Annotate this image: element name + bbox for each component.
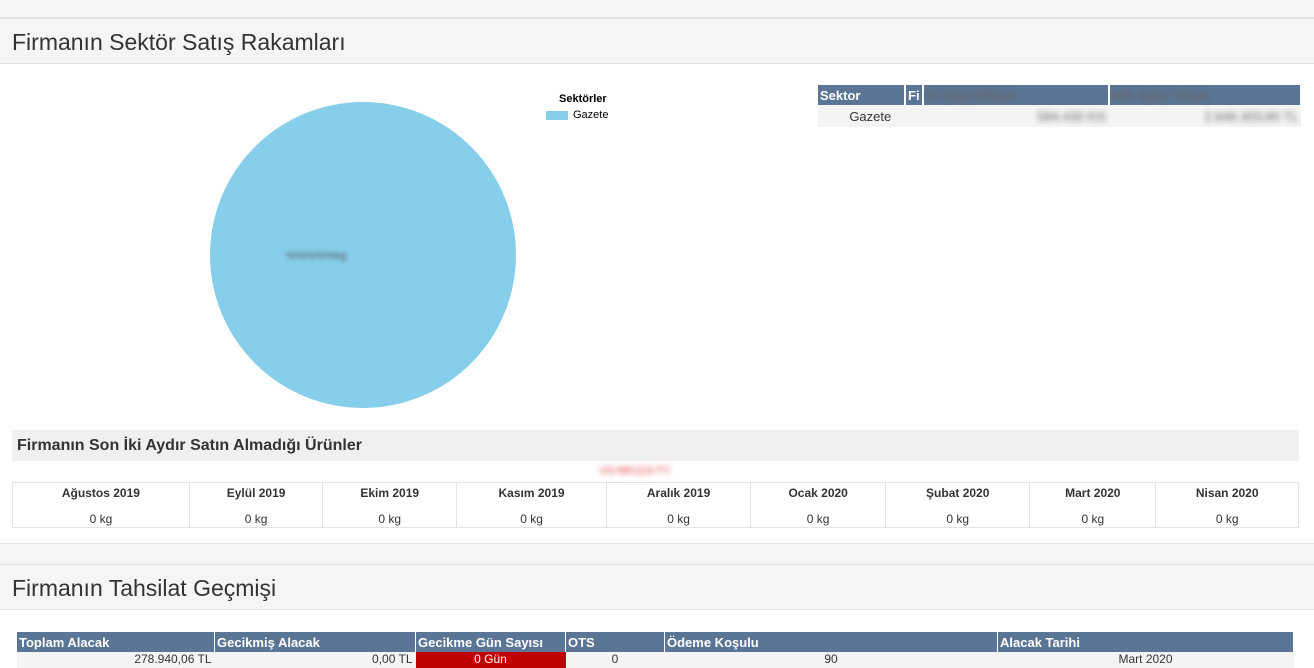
month-value: 0 kg (520, 512, 543, 526)
col-qty[interactable]: Fi Satış Miktarı (922, 85, 1110, 105)
cell-delay-days: 0 Gün (415, 652, 566, 668)
month-cell: Ağustos 2019 0 kg (12, 482, 190, 528)
collection-table: Toplam Alacak Gecikmiş Alacak Gecikme Gü… (17, 632, 1294, 668)
pie-group: %%%%%kg (210, 102, 516, 408)
col-ots[interactable]: OTS (565, 632, 665, 652)
col-sektor[interactable]: Sektor (818, 85, 906, 105)
collection-panel-header: Firmanın Tahsilat Geçmişi (0, 564, 1314, 610)
month-value: 0 kg (1081, 512, 1105, 526)
not-purchased-header: Firmanın Son İki Aydır Satın Almadığı Ür… (12, 430, 1299, 461)
pie-slice-gazete[interactable] (210, 102, 516, 408)
month-name: Ekim 2019 (360, 486, 420, 500)
product-code-note: VS-MK11S-TY (466, 462, 764, 480)
col-receivable-date[interactable]: Alacak Tarihi (997, 632, 1294, 652)
month-name: Mart 2020 (1065, 486, 1121, 500)
col-fi[interactable]: Fi (905, 85, 924, 105)
month-name: Aralık 2019 (646, 486, 711, 500)
legend-swatch (546, 110, 568, 120)
collection-panel-title: Firmanın Tahsilat Geçmişi (12, 575, 277, 601)
month-value: 0 kg (89, 512, 113, 526)
cell-qty: 584.430 KG (922, 105, 1109, 127)
month-value: 0 kg (946, 512, 970, 526)
month-value: 0 kg (667, 512, 690, 526)
month-name: Ağustos 2019 (61, 486, 140, 500)
month-cell: Ekim 2019 0 kg (322, 482, 458, 528)
month-cell: Kasım 2019 0 kg (456, 482, 608, 528)
month-cell: Şubat 2020 0 kg (885, 482, 1031, 528)
month-name: Kasım 2019 (498, 486, 565, 500)
months-table: Ağustos 2019 0 kg Eylül 2019 0 kg Ekim 2019 0… (12, 482, 1299, 528)
top-strip (0, 0, 1314, 18)
sector-pie-chart: %%%%%kg (210, 102, 516, 408)
pie-slice-label: %%%%%kg (286, 250, 347, 262)
col-total[interactable]: Toplam Alacak (17, 632, 215, 652)
cell-overdue: 0,00 TL (214, 652, 416, 668)
month-cell: Aralık 2019 0 kg (606, 482, 752, 528)
chart-legend: Sektörler Gazete (546, 93, 608, 121)
legend-title: Sektörler (559, 93, 607, 105)
cell-receivable-date: Mart 2020 (997, 652, 1294, 668)
cell-amount: 2.648.303,80 TL (1108, 105, 1301, 127)
legend-item-gazete[interactable]: Gazete (546, 109, 608, 121)
table-row: 278.940,06 TL 0,00 TL 0 Gün 0 90 Mart 20… (17, 652, 1294, 668)
month-name: Nisan 2020 (1195, 486, 1259, 500)
section-separator (0, 543, 1314, 565)
sector-panel-title: Firmanın Sektör Satış Rakamları (12, 29, 346, 55)
month-name: Ocak 2020 (788, 486, 848, 500)
month-cell: Ocak 2020 0 kg (750, 482, 887, 528)
sector-panel-header: Firmanın Sektör Satış Rakamları (0, 18, 1314, 64)
month-value: 0 kg (806, 512, 830, 526)
col-overdue[interactable]: Gecikmiş Alacak (214, 632, 416, 652)
cell-total: 278.940,06 TL (17, 652, 215, 668)
legend-label: Gazete (573, 109, 609, 121)
cell-payment-term: 90 (664, 652, 998, 668)
month-cell: Nisan 2020 0 kg (1155, 482, 1299, 528)
collection-table-header: Toplam Alacak Gecikmiş Alacak Gecikme Gü… (17, 632, 1294, 652)
month-name: Eylül 2019 (226, 486, 286, 500)
col-payment-term[interactable]: Ödeme Koşulu (664, 632, 998, 652)
not-purchased-title: Firmanın Son İki Aydır Satın Almadığı Ür… (17, 437, 362, 454)
months-row: Ağustos 2019 0 kg Eylül 2019 0 kg Ekim 2019 0… (12, 482, 1299, 528)
product-code-text: VS-MK11S-TY (599, 465, 671, 477)
month-value: 0 kg (244, 512, 268, 526)
col-amount[interactable]: Fiili Satış Tutarı (1108, 85, 1302, 105)
cell-sector: Gazete (818, 105, 923, 127)
month-value: 0 kg (378, 512, 402, 526)
month-name: Şubat 2020 (926, 486, 990, 500)
col-delay-days[interactable]: Gecikme Gün Sayısı (415, 632, 566, 652)
sector-table: Sektor Fi Fi Satış Miktarı Fiili Satış T… (818, 85, 1302, 127)
month-cell: Eylül 2019 0 kg (188, 482, 324, 528)
cell-ots: 0 (565, 652, 665, 668)
month-value: 0 kg (1215, 512, 1239, 526)
month-cell: Mart 2020 0 kg (1029, 482, 1157, 528)
table-row: Gazete 584.430 KG 2.648.303,80 TL (818, 105, 1301, 127)
sector-table-header: Sektor Fi Fi Satış Miktarı Fiili Satış T… (818, 85, 1302, 105)
